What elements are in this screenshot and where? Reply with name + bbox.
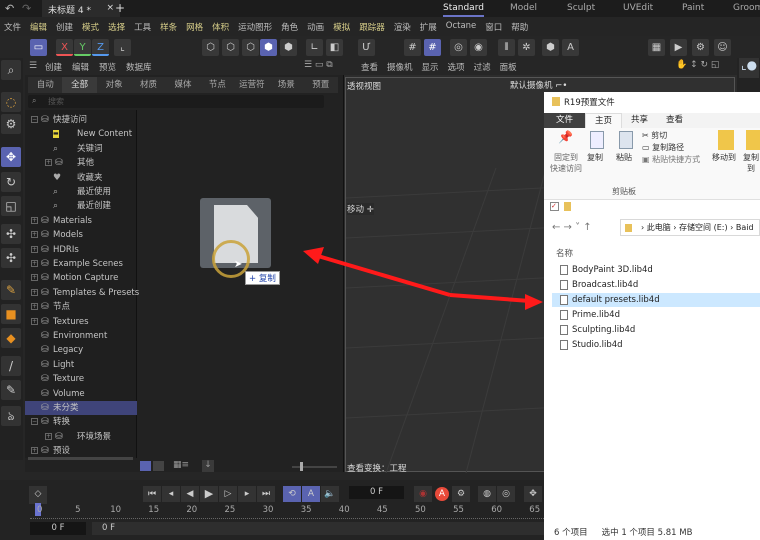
arrowhead-left [303, 247, 324, 264]
arrow-to-browser [317, 254, 451, 297]
annotation-arrows [303, 247, 543, 310]
arrowhead-right [525, 294, 543, 310]
arrow-to-file [449, 293, 531, 303]
